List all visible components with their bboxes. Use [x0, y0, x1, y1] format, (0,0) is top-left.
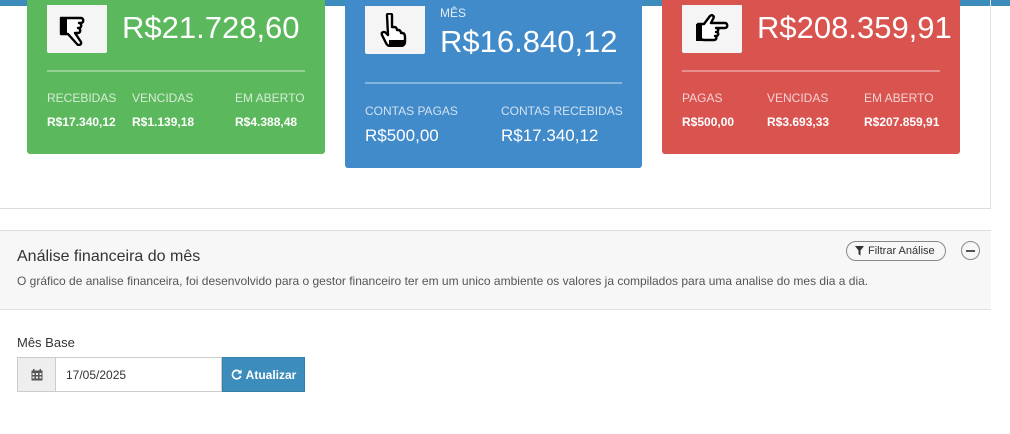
payables-total: R$208.359,91 — [757, 10, 952, 45]
stat-label: VENCIDAS — [132, 91, 194, 105]
panel-title: Análise financeira do mês — [17, 248, 201, 265]
update-button-label: Atualizar — [245, 367, 297, 382]
panel-header: Análise financeira do mês O gráfico de a… — [0, 231, 991, 310]
pointing-right-hand-icon — [696, 14, 729, 42]
stat-open: EM ABERTO R$207.859,91 — [864, 91, 939, 129]
collapse-panel-button[interactable] — [961, 241, 980, 260]
stat-received-accounts: CONTAS RECEBIDAS R$17.340,12 — [501, 104, 623, 146]
card-icon-box — [682, 5, 742, 53]
filter-analysis-button[interactable]: Filtrar Análise — [846, 241, 946, 261]
stat-label: EM ABERTO — [235, 91, 305, 105]
base-month-input-group: Atualizar — [17, 357, 305, 392]
row-divider — [0, 208, 991, 209]
stat-label: CONTAS RECEBIDAS — [501, 104, 623, 118]
pointing-up-hand-icon — [380, 13, 407, 47]
stat-received: RECEBIDAS R$17.340,12 — [47, 91, 116, 129]
summary-card-receivables: R$21.728,60 RECEBIDAS R$17.340,12 VENCID… — [27, 0, 325, 154]
card-icon-box — [47, 5, 107, 53]
financial-analysis-panel: Análise financeira do mês O gráfico de a… — [0, 230, 991, 434]
stat-overdue: VENCIDAS R$1.139,18 — [132, 91, 194, 129]
card-icon-box — [365, 6, 425, 54]
refresh-icon — [231, 369, 242, 380]
stat-label: CONTAS PAGAS — [365, 104, 458, 118]
calendar-addon[interactable] — [17, 357, 55, 392]
stat-paid: PAGAS R$500,00 — [682, 91, 734, 129]
thumbs-down-hand-icon — [59, 16, 85, 46]
summary-card-payables: R$208.359,91 PAGAS R$500,00 VENCIDAS R$3… — [662, 0, 960, 154]
month-balance-total: R$16.840,12 — [440, 24, 618, 59]
stat-label: PAGAS — [682, 91, 723, 105]
card-divider — [682, 70, 940, 72]
summary-card-month: MÊS R$16.840,12 CONTAS PAGAS R$500,00 CO… — [345, 0, 642, 168]
stat-value: R$4.388,48 — [235, 115, 298, 129]
update-button[interactable]: Atualizar — [222, 357, 305, 392]
stat-value: R$500,00 — [365, 126, 439, 145]
filter-analysis-label: Filtrar Análise — [868, 245, 935, 257]
base-month-label: Mês Base — [17, 335, 75, 350]
stat-label: EM ABERTO — [864, 91, 934, 105]
stat-value: R$17.340,12 — [501, 126, 599, 145]
stat-open: EM ABERTO R$4.388,48 — [235, 91, 305, 129]
stat-label: RECEBIDAS — [47, 91, 117, 105]
calendar-icon — [31, 368, 42, 380]
stat-value: R$17.340,12 — [47, 115, 116, 129]
stat-value: R$500,00 — [682, 115, 735, 129]
minus-icon — [966, 249, 975, 252]
filter-icon — [855, 246, 864, 256]
card-divider — [365, 82, 622, 84]
stat-value: R$207.859,91 — [864, 115, 940, 129]
stat-paid-accounts: CONTAS PAGAS R$500,00 — [365, 104, 458, 146]
content-border — [990, 0, 991, 208]
card-title: MÊS — [440, 6, 467, 20]
base-month-date-input[interactable] — [55, 357, 222, 392]
stat-overdue: VENCIDAS R$3.693,33 — [767, 91, 829, 129]
card-divider — [47, 70, 305, 72]
receivables-total: R$21.728,60 — [122, 10, 300, 45]
stat-label: VENCIDAS — [767, 91, 829, 105]
panel-description: O gráfico de analise financeira, foi des… — [17, 274, 869, 288]
stat-value: R$3.693,33 — [767, 115, 830, 129]
stat-value: R$1.139,18 — [132, 115, 195, 129]
